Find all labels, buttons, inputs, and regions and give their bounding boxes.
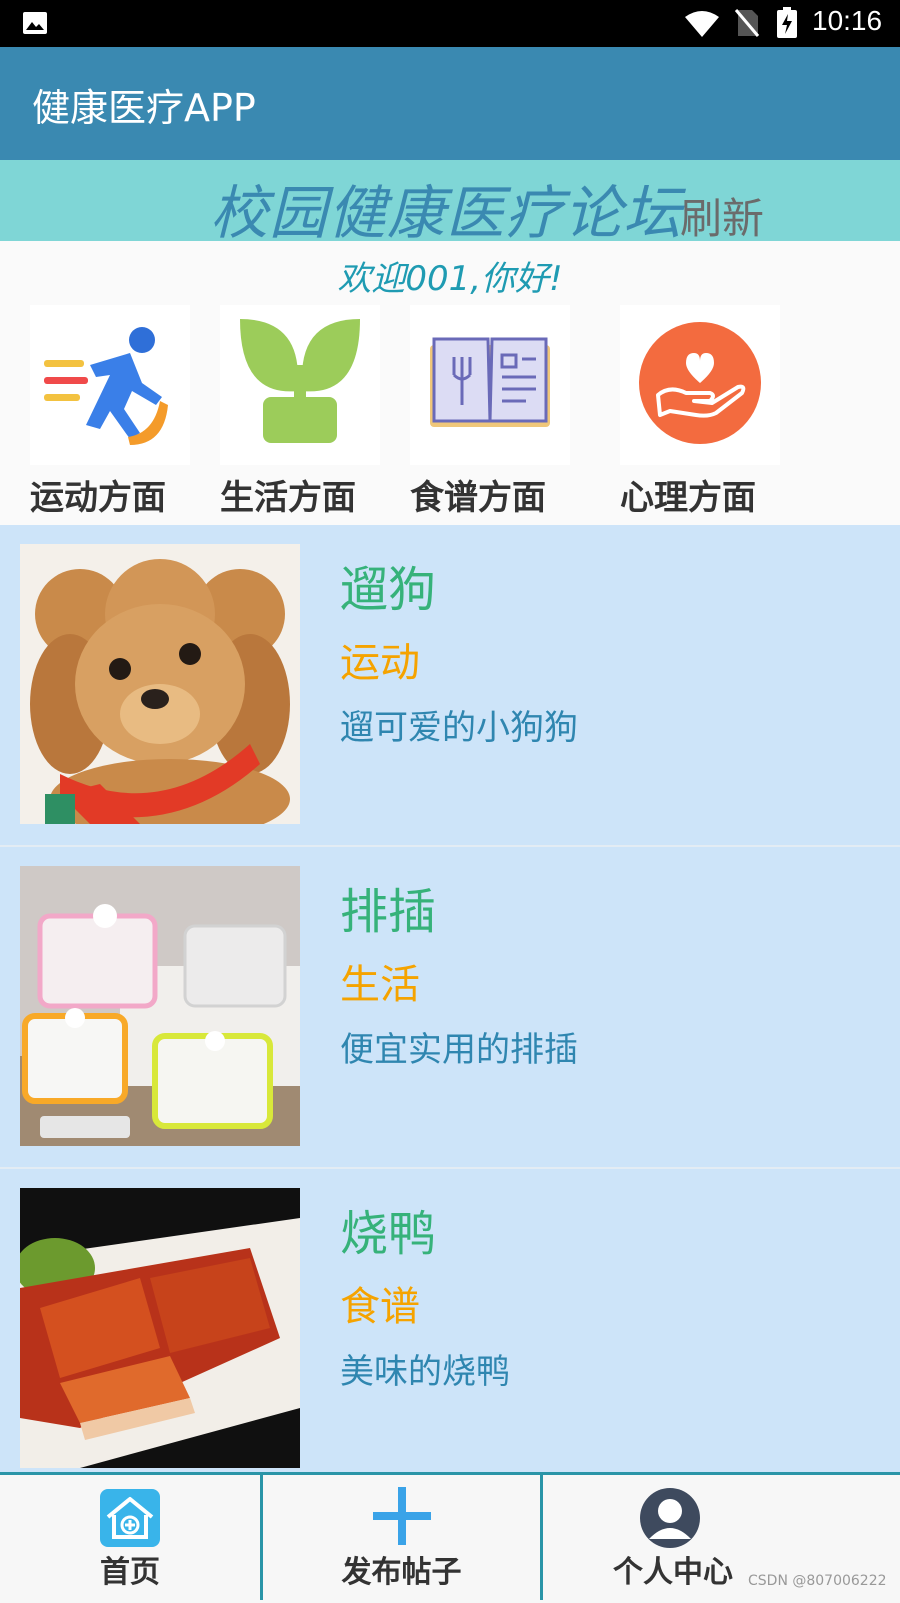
- nav-home[interactable]: 首页: [0, 1475, 260, 1600]
- recipe-book-icon: [430, 337, 550, 427]
- list-item[interactable]: 遛狗 运动 遛可爱的小狗狗: [0, 525, 900, 847]
- post-title: 烧鸭: [340, 1206, 437, 1262]
- category-tile[interactable]: [620, 305, 780, 465]
- category-recipes[interactable]: 食谱方面: [410, 305, 570, 518]
- clock-time: 10:16: [812, 5, 883, 36]
- category-sports[interactable]: 运动方面: [30, 305, 190, 518]
- nav-label: 发布帖子: [341, 1555, 462, 1590]
- category-label: 运动方面: [30, 478, 166, 518]
- welcome-message: 欢迎001,你好!: [337, 259, 563, 299]
- category-label: 食谱方面: [410, 478, 546, 518]
- list-item[interactable]: 排插 生活 便宜实用的排插: [0, 847, 900, 1169]
- refresh-button[interactable]: 刷新: [680, 185, 764, 246]
- post-category-tag: 运动: [340, 640, 420, 686]
- battery-charging-icon: [777, 7, 797, 38]
- forum-title: 校园健康医疗论坛: [210, 179, 683, 247]
- poodle-photo: [20, 544, 300, 824]
- category-tile[interactable]: [220, 305, 380, 465]
- roast-duck-photo: [20, 1188, 300, 1468]
- home-icon: [100, 1489, 160, 1547]
- post-description: 遛可爱的小狗狗: [340, 708, 578, 748]
- forum-banner: 校园健康医疗论坛 刷新: [0, 160, 900, 247]
- post-title: 遛狗: [340, 562, 437, 618]
- nav-label: 首页: [100, 1555, 160, 1590]
- category-label: 生活方面: [220, 478, 356, 518]
- post-category-tag: 食谱: [340, 1284, 420, 1330]
- running-person-icon: [44, 327, 168, 445]
- category-psychology[interactable]: 心理方面: [620, 305, 780, 518]
- post-description: 美味的烧鸭: [340, 1352, 510, 1392]
- app-title: 健康医疗APP: [32, 86, 256, 130]
- post-category-tag: 生活: [340, 962, 420, 1008]
- watermark: CSDN @807006222: [748, 1573, 887, 1589]
- category-life[interactable]: 生活方面: [220, 305, 380, 518]
- category-tile[interactable]: [30, 305, 190, 465]
- gallery-notification-icon: [23, 12, 47, 34]
- status-bar: 10:16: [0, 0, 900, 47]
- no-sim-icon: [734, 9, 760, 37]
- post-list: 遛狗 运动 遛可爱的小狗狗 排插 生活 便宜实用的排插 烧鸭 食谱 美味的烧鸭: [0, 525, 900, 1491]
- power-strip-photo: [20, 866, 300, 1146]
- post-description: 便宜实用的排插: [340, 1030, 578, 1070]
- post-title: 排插: [340, 884, 437, 940]
- app-bar: 健康医疗APP: [0, 47, 900, 160]
- heart-hand-icon: [639, 322, 761, 444]
- list-item[interactable]: 烧鸭 食谱 美味的烧鸭: [0, 1169, 900, 1491]
- sprout-icon: [240, 319, 360, 443]
- nav-publish-post[interactable]: 发布帖子: [263, 1475, 540, 1600]
- user-avatar-icon: [640, 1488, 700, 1548]
- category-label: 心理方面: [620, 478, 756, 518]
- plus-icon: [373, 1487, 431, 1545]
- wifi-icon: [685, 11, 719, 37]
- category-tile[interactable]: [410, 305, 570, 465]
